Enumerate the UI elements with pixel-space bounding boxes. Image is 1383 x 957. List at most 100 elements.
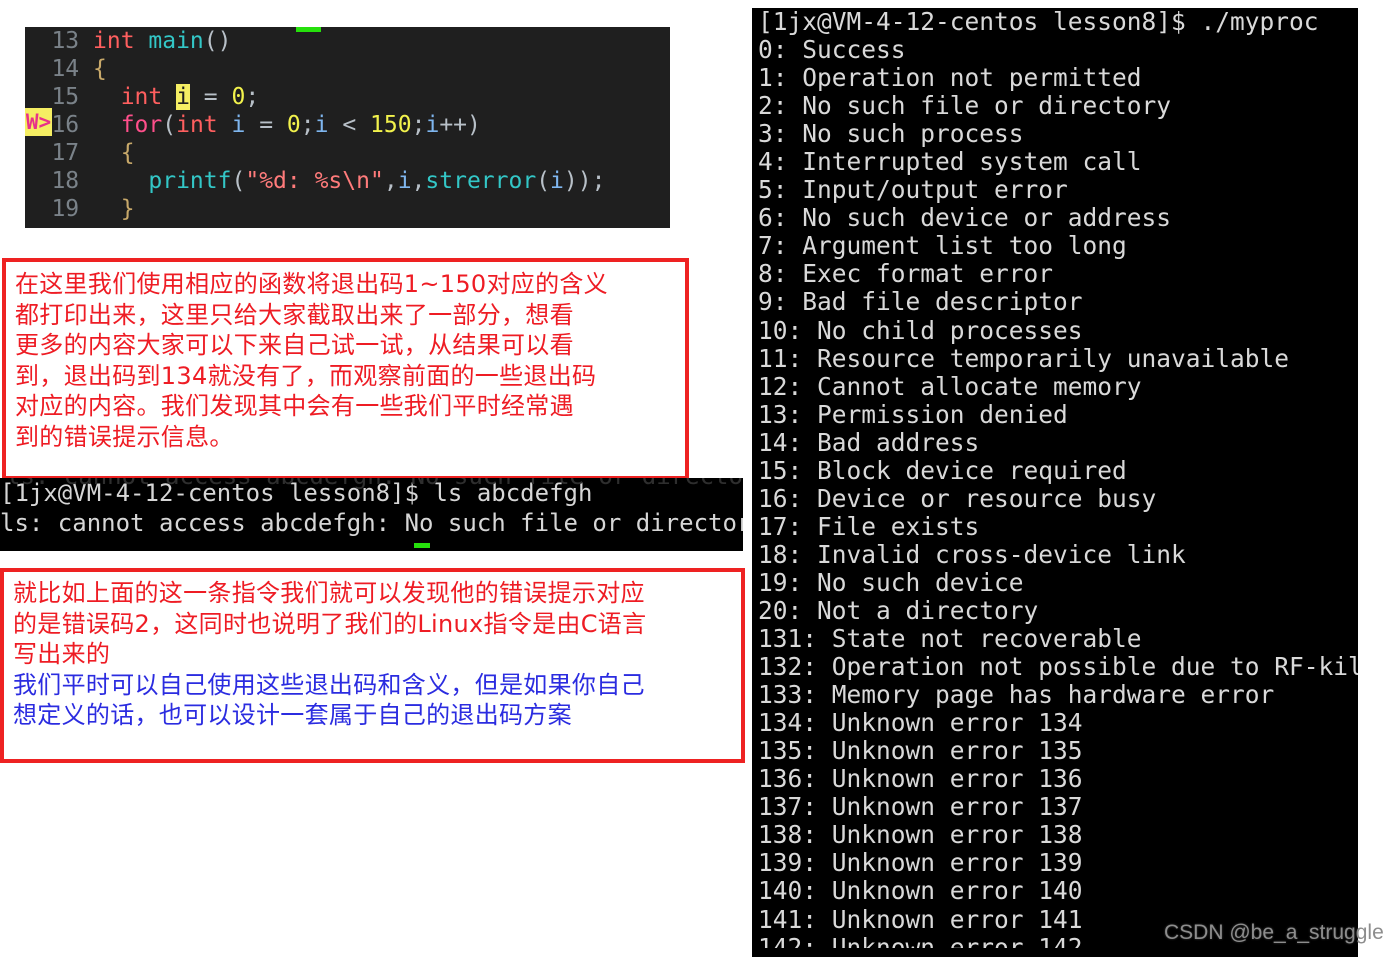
terminal-line: 135: Unknown error 135 [758,736,1083,766]
editor-token: i [550,168,564,194]
annotation-line: 到的错误提示信息。 [15,422,234,451]
editor-token: ; [245,84,260,110]
terminal-line: 20: Not a directory [758,595,1039,625]
terminal-line: 12: Cannot allocate memory [758,371,1142,401]
editor-line-number: 13 [51,28,93,54]
editor-token: < [328,112,371,138]
terminal-line: 138: Unknown error 138 [758,820,1083,850]
editor-token [93,112,121,138]
editor-code-line: 13 int main() [25,27,670,55]
editor-token [93,140,121,166]
annotation-line: 都打印出来，这里只给大家截取出来了一部分，想看 [15,300,574,329]
annotation-line: 在这里我们使用相应的函数将退出码1~150对应的含义 [15,270,608,298]
editor-code-lines: 13 int main() 14 {15 int i = 0; 16 for(int… [25,27,670,223]
editor-code-line: 17 { [25,139,670,167]
terminal-line: 4: Interrupted system call [758,147,1142,177]
editor-token: ; [300,112,315,138]
editor-token: , [383,168,398,194]
editor-code-line: 18 printf("%d: %s\n",i,strerror(i)); [25,167,670,195]
editor-token: { [120,140,135,166]
terminal-line: 14: Bad address [758,427,980,457]
editor-token: = [189,84,232,110]
editor-line-number: 16 [51,112,93,138]
annotation-line: 写出来的 [13,640,111,668]
terminal-line: 11: Resource temporarily unavailable [758,343,1290,373]
editor-token: i [397,168,412,194]
terminal-line: 1: Operation not permitted [758,63,1142,93]
csdn-watermark: CSDN @be_a_struggler [1164,921,1383,944]
annotation-note-bottom-blue-lines: 我们平时可以自己使用这些退出码和含义，但是如果你自己 想定义的话，也可以设计一套属… [13,670,741,731]
editor-token: ( [231,168,246,194]
terminal-line: 5: Input/output error [758,175,1068,205]
editor-token: )); [563,168,606,194]
editor-token: "%d: %s\n" [245,168,384,194]
editor-line-number: 17 [51,140,93,166]
annotation-note-top-lines: 在这里我们使用相应的函数将退出码1~150对应的含义 都打印出来，这里只给大家截取… [15,269,685,452]
editor-code-line: 19 } [25,195,670,223]
left-column: W> 13 int main() 14 {15 int i = 0; 16 for(… [0,0,752,957]
editor-line-number: 15 [51,84,93,110]
editor-token [218,112,232,138]
annotation-line: 我们平时可以自己使用这些退出码和含义，但是如果你自己 [13,670,645,699]
terminal-line: 19: No such device [758,567,1024,597]
terminal-line: 137: Unknown error 137 [758,792,1083,822]
terminal-line: ls: cannot access abcdefgh: No such file… [0,509,743,537]
annotation-note-top: 在这里我们使用相应的函数将退出码1~150对应的含义 都打印出来，这里只给大家截取… [2,258,689,480]
editor-code-line: 16 for(int i = 0;i < 150;i++) [25,111,670,139]
editor-line-number: 19 [51,196,93,222]
editor-token [93,196,121,222]
editor-token: { [93,56,107,82]
editor-token: i [231,112,246,138]
terminal-ghost-line: ls: cannot access abcdefgh: No such file… [6,478,743,491]
terminal-cursor [414,543,430,548]
vim-code-editor[interactable]: W> 13 int main() 14 {15 int i = 0; 16 for(… [25,27,670,228]
terminal-errno-lines: 0: Success 1: Operation not permitted 2: N… [752,35,1358,934]
terminal-line: 6: No such device or address [758,203,1172,233]
terminal-line: 18: Invalid cross-device link [758,539,1186,569]
editor-token: ++) [439,112,481,138]
editor-token: , [411,168,426,194]
editor-token: strerror [425,168,537,194]
terminal-line: 3: No such process [758,119,1024,149]
editor-token: int [176,112,218,138]
terminal-line: 2: No such file or directory [758,91,1172,121]
editor-line-number: 18 [51,168,93,194]
annotation-line: 更多的内容大家可以下来自己试一试，从结果可以看 [15,331,574,359]
editor-token: 0 [286,112,301,138]
terminal-line: 7: Argument list too long [758,231,1127,261]
terminal-line: 131: State not recoverable [758,624,1142,654]
terminal-line: 133: Memory page has hardware error [758,680,1275,710]
editor-token: int [120,84,177,110]
editor-token: for [120,112,163,138]
editor-token: 150 [370,112,412,138]
editor-line-number: 14 [51,56,93,82]
annotation-line: 就比如上面的这一条指令我们就可以发现他的错误提示对应 [13,579,645,607]
terminal-line: 139: Unknown error 139 [758,848,1083,878]
terminal-line: 9: Bad file descriptor [758,287,1083,317]
editor-token: ; [411,112,426,138]
annotation-line: 想定义的话，也可以设计一套属于自己的退出码方案 [13,701,572,729]
editor-token [93,84,121,110]
terminal-line: 134: Unknown error 134 [758,708,1083,738]
editor-token: i [176,84,190,110]
editor-token: i [314,112,329,138]
annotation-line: 的是错误码2，这同时也说明了我们的Linux指令是由C语言 [13,609,647,638]
editor-token: int [93,28,149,54]
annotation-line: 对应的内容。我们发现其中会有一些我们平时经常遇 [15,392,574,420]
terminal-line: 136: Unknown error 136 [758,764,1083,794]
editor-token: () [203,28,232,54]
terminal-line: 13: Permission denied [758,399,1068,429]
editor-token: i [425,112,440,138]
terminal-ls-command[interactable]: ls: cannot access abcdefgh: No such file… [0,478,743,551]
terminal-myproc-output[interactable]: [1jx@VM-4-12-centos lesson8]$ ./myproc 0… [752,8,1358,957]
terminal-line: 132: Operation not possible due to RF-ki… [758,652,1358,682]
editor-token: printf [148,168,232,194]
editor-token: } [120,196,135,222]
editor-token: = [245,112,287,138]
editor-token [93,168,148,194]
annotation-note-bottom: 就比如上面的这一条指令我们就可以发现他的错误提示对应 的是错误码2，这同时也说明了… [0,568,745,763]
editor-token: 0 [231,84,246,110]
annotation-line: 到，退出码到134就没有了，而观察前面的一些退出码 [15,361,597,390]
terminal-line: 8: Exec format error [758,259,1054,289]
terminal-prompt-line: [1jx@VM-4-12-centos lesson8]$ ./myproc [758,8,1319,36]
